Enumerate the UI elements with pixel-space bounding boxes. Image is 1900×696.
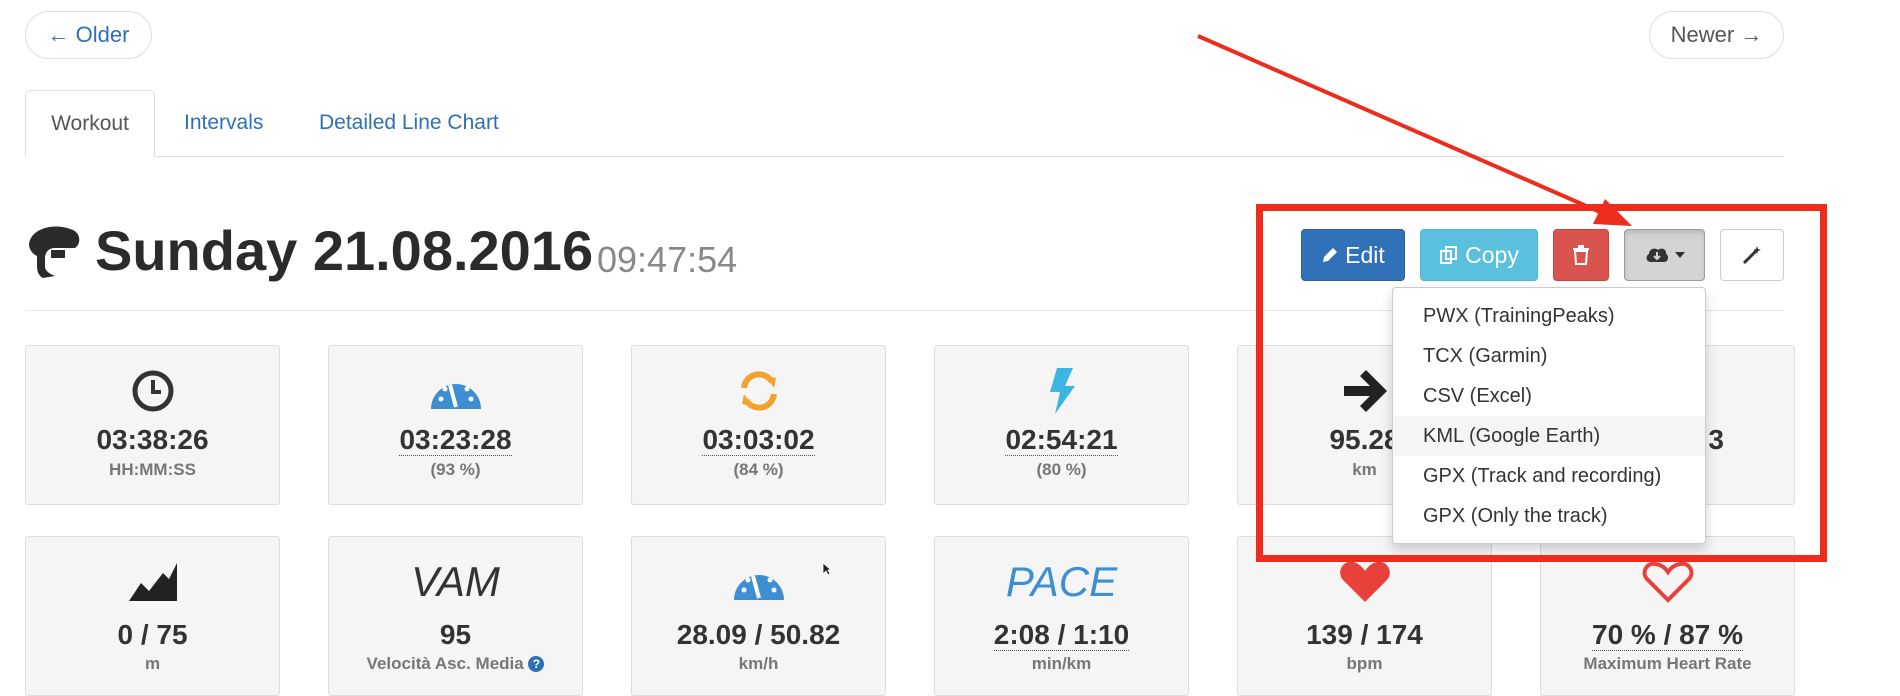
bolt-icon [1049,368,1075,414]
stat-label: HH:MM:SS [109,460,196,479]
stat-value: 02:54:21 [1005,424,1118,456]
stat-label: (80 %) [1036,460,1087,479]
export-gpx-track-only[interactable]: GPX (Only the track) [1393,496,1705,536]
elevation-icon [128,563,177,601]
stat-card-elevation: 0 / 75 m [25,536,280,696]
stat-card-speed: 28.09 / 50.82 km/h [631,536,886,696]
stat-card-pedaling-time: 03:03:02 (84 %) [631,345,886,505]
export-dropdown-button[interactable] [1624,229,1705,281]
stat-label: min/km [1031,654,1092,673]
copy-label: Copy [1465,241,1519,268]
stat-value: 03:38:26 [96,424,209,455]
caret-down-icon [1674,252,1685,258]
delete-button[interactable] [1553,229,1609,281]
newer-button[interactable]: Newer → [1649,11,1784,59]
stat-value: 03:03:02 [702,424,815,456]
copy-button[interactable]: Copy [1420,229,1538,281]
stat-label: m [144,654,161,673]
stat-value: 2:08 / 1:10 [993,619,1130,651]
stat-card-pace: PACE 2:08 / 1:10 min/km [934,536,1189,696]
export-tcx[interactable]: TCX (Garmin) [1393,336,1705,376]
workout-date: Sunday 21.08.2016 [95,219,594,282]
workout-time: 09:47:54 [597,239,738,280]
stat-card-duration: 03:38:26 HH:MM:SS [25,345,280,505]
stat-value: 70 % / 87 % [1592,619,1743,651]
stat-value: 139 / 174 [1306,619,1423,650]
tab-intervals[interactable]: Intervals [184,90,263,156]
edit-label: Edit [1345,241,1385,268]
pencil-icon [1323,248,1338,262]
copy-icon [1440,246,1458,264]
clock-icon [132,370,173,412]
heart-filled-icon [1339,561,1390,602]
stat-label: (93 %) [430,460,481,479]
export-pwx[interactable]: PWX (TrainingPeaks) [1393,296,1705,336]
mouse-cursor-icon [822,562,832,576]
arrow-right-icon [1343,370,1387,412]
stat-label: Maximum Heart Rate [1583,654,1752,673]
stat-label: (84 %) [733,460,784,479]
pace-title: PACE [1005,558,1118,605]
stat-card-power-time: 02:54:21 (80 %) [934,345,1189,505]
vam-title: VAM [411,558,500,605]
export-kml[interactable]: KML (Google Earth) [1393,416,1705,456]
cycling-helmet-icon [29,226,80,278]
heart-outline-icon [1642,561,1693,603]
export-dropdown-menu: PWX (TrainingPeaks) TCX (Garmin) CSV (Ex… [1392,287,1706,544]
stat-value: 03:23:28 [399,424,512,456]
export-csv[interactable]: CSV (Excel) [1393,376,1705,416]
speedometer-icon [430,384,481,409]
export-gpx-track-recording[interactable]: GPX (Track and recording) [1393,456,1705,496]
stat-value: 0 / 75 [117,619,188,650]
stat-card-vam: VAM 95 Velocità Asc. Media ? [328,536,583,696]
stat-label: Velocità Asc. Media ? [329,654,582,674]
stat-label: km/h [738,654,779,673]
cloud-download-icon [1646,248,1668,262]
speedometer-icon [733,575,784,600]
refresh-icon [740,371,777,411]
stat-card-max-hr: 70 % / 87 % Maximum Heart Rate [1540,536,1795,696]
older-button[interactable]: ← Older [25,11,152,59]
stat-value: 95 [439,619,472,650]
tab-bar: Workout Intervals Detailed Line Chart [25,90,1784,157]
trash-icon [1573,245,1589,265]
stat-value: 28.09 / 50.82 [676,619,841,650]
magic-wand-button[interactable] [1720,229,1784,281]
edit-button[interactable]: Edit [1301,229,1405,281]
stat-card-heart-rate: 139 / 174 bpm [1237,536,1492,696]
magic-wand-icon [1742,246,1761,265]
tab-detailed-line-chart[interactable]: Detailed Line Chart [319,90,499,156]
stat-label: bpm [1346,654,1383,673]
tab-workout[interactable]: Workout [25,90,155,157]
stat-card-moving-time: 03:23:28 (93 %) [328,345,583,505]
help-icon[interactable]: ? [528,656,545,672]
